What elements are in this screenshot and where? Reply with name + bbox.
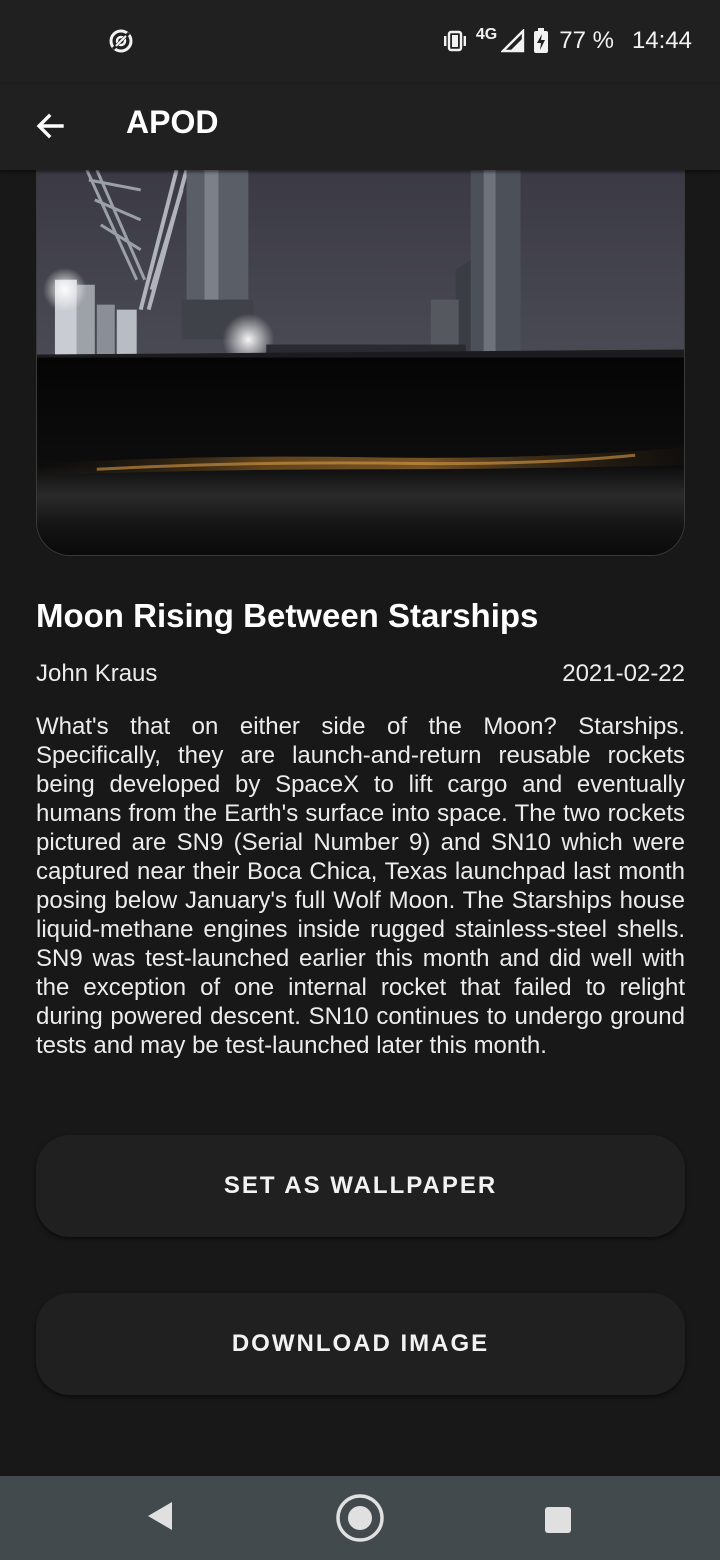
nav-home-icon[interactable] <box>334 1492 386 1544</box>
app-bar: APOD <box>0 84 720 170</box>
apod-explanation: What's that on either side of the Moon? … <box>36 713 685 1059</box>
battery-percent: 77 % <box>559 27 614 54</box>
network-type: 4G <box>475 26 498 43</box>
page-title: APOD <box>126 104 219 140</box>
battery-charging-icon <box>534 28 549 53</box>
back-button[interactable] <box>22 98 78 154</box>
apod-date: 2021-02-22 <box>562 660 685 687</box>
nav-back-icon[interactable] <box>146 1500 174 1532</box>
apod-author: John Kraus <box>36 660 158 687</box>
nav-recents-icon[interactable] <box>544 1506 572 1534</box>
system-nav-bar <box>0 1476 720 1560</box>
arrow-back-icon <box>36 113 64 139</box>
status-bar: 4G 77 % 14:44 <box>0 0 720 84</box>
status-icons: 4G 77 % 14:44 <box>442 24 692 58</box>
apod-title: Moon Rising Between Starships <box>36 597 539 634</box>
download-image-button[interactable]: DOWNLOAD IMAGE <box>36 1293 685 1395</box>
set-wallpaper-button[interactable]: SET AS WALLPAPER <box>36 1135 685 1237</box>
vibrate-icon <box>443 30 466 52</box>
apod-image[interactable] <box>36 170 685 556</box>
clock: 14:44 <box>631 27 692 54</box>
data-saver-icon <box>109 29 133 53</box>
signal-icon <box>501 29 525 53</box>
starship-photo <box>37 170 684 555</box>
